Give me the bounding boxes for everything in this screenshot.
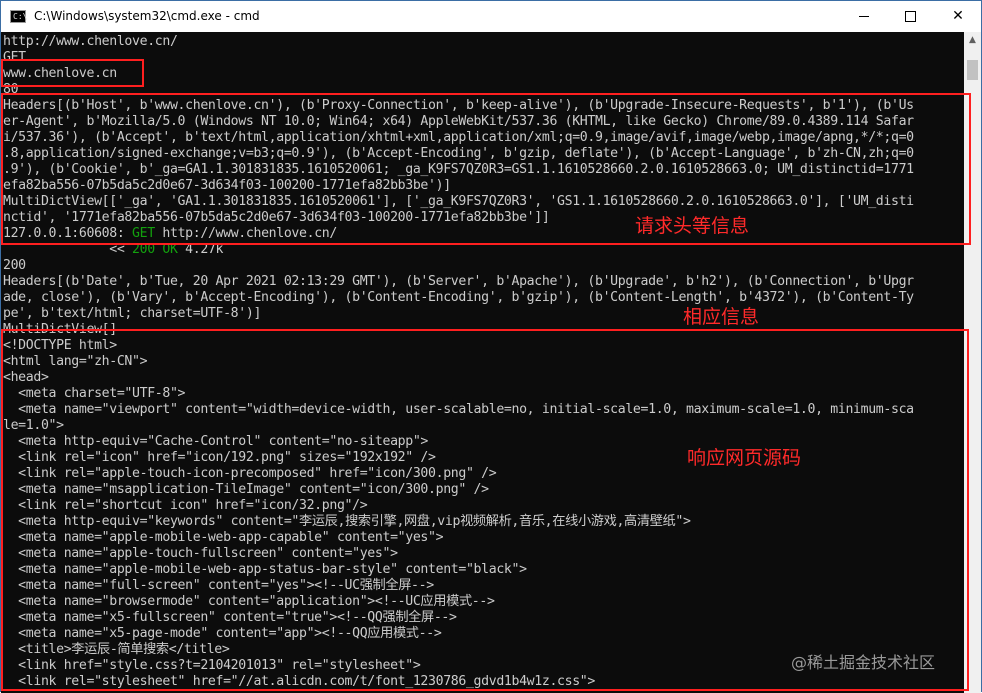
console-line: Headers[(b'Date', b'Tue, 20 Apr 2021 02:… bbox=[3, 274, 914, 289]
request-info-annotation: 请求头等信息 bbox=[635, 215, 750, 237]
scroll-thumb[interactable] bbox=[967, 60, 978, 80]
window-title: C:\Windows\system32\cmd.exe - cmd bbox=[34, 9, 260, 23]
console-line: pe', b'text/html; charset=UTF-8')] bbox=[3, 306, 262, 321]
title-bar[interactable]: C:\ C:\Windows\system32\cmd.exe - cmd ✕ bbox=[1, 1, 981, 32]
cmd-window: C:\ C:\Windows\system32\cmd.exe - cmd ✕ … bbox=[0, 0, 982, 693]
watermark: @稀土掘金技术社区 bbox=[791, 653, 936, 672]
response-source-box bbox=[1, 329, 969, 691]
close-button[interactable]: ✕ bbox=[935, 1, 981, 32]
response-source-annotation: 响应网页源码 bbox=[687, 447, 802, 469]
maximize-button[interactable] bbox=[887, 1, 933, 32]
minimize-icon bbox=[859, 16, 869, 17]
cmd-app-icon[interactable]: C:\ bbox=[10, 10, 27, 23]
console-line: ade, close'), (b'Vary', b'Accept-Encodin… bbox=[3, 290, 914, 305]
console-line: http://www.chenlove.cn/ bbox=[3, 34, 178, 49]
request-headers-box bbox=[1, 93, 971, 245]
console-line: 200 bbox=[3, 258, 26, 273]
maximize-icon bbox=[905, 11, 916, 22]
response-info-annotation: 相应信息 bbox=[683, 306, 760, 328]
host-highlight-box bbox=[1, 59, 144, 87]
minimize-button[interactable] bbox=[841, 1, 887, 32]
scroll-up-arrow-icon[interactable]: ▲ bbox=[964, 32, 981, 49]
close-icon: ✕ bbox=[952, 8, 964, 24]
